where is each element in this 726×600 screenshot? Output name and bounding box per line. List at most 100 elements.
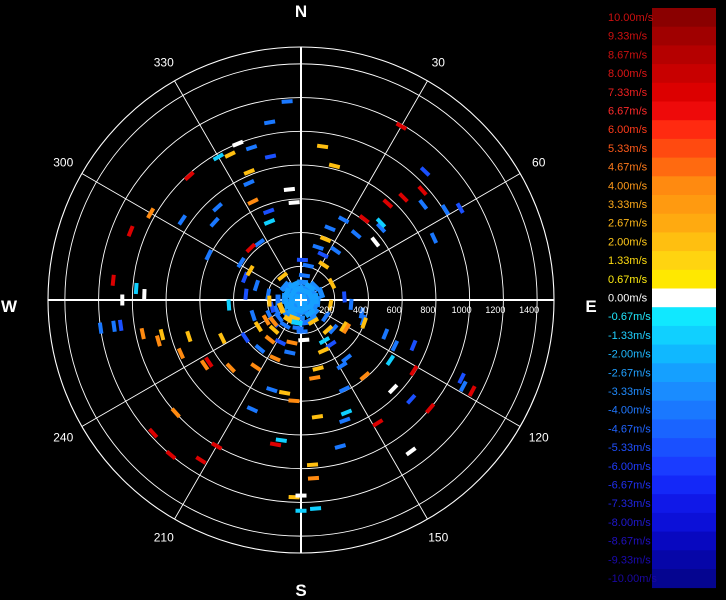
return-mark — [325, 339, 337, 350]
legend-label: -2.67m/s — [608, 367, 651, 379]
return-mark — [358, 214, 370, 225]
return-mark — [317, 250, 329, 259]
legend-swatch — [652, 213, 716, 233]
return-mark — [252, 279, 260, 292]
legend-swatch — [652, 419, 716, 439]
legend-label: 1.33m/s — [608, 255, 648, 267]
return-mark — [250, 362, 262, 372]
velocity-color-legend: 10.00m/s 9.33m/s 8.67m/s 8.00m/s 7.33m/s 6.67… — [608, 8, 716, 589]
return-mark — [286, 339, 298, 346]
return-mark — [275, 437, 288, 443]
range-tick-400: 400 — [353, 305, 368, 315]
return-mark — [195, 455, 207, 465]
cardinal-label-w: W — [1, 297, 18, 316]
return-mark — [405, 446, 417, 457]
return-mark — [185, 330, 193, 343]
legend-swatch — [652, 344, 716, 364]
return-mark — [170, 407, 181, 419]
bearing-label-120: 120 — [529, 430, 549, 444]
return-mark — [341, 353, 353, 364]
bearing-label-240: 240 — [53, 430, 73, 444]
legend-label: -9.33m/s — [608, 554, 651, 566]
return-mark — [117, 319, 124, 332]
radar-velocity-chart: N E S W 30 60 120 150 210 240 300 330 200 400 600 800 10… — [1, 2, 716, 600]
legend-label: 6.00m/s — [608, 124, 648, 136]
return-mark — [158, 328, 166, 341]
return-mark — [240, 331, 250, 344]
return-mark — [418, 198, 429, 211]
return-mark — [338, 416, 351, 425]
legend-swatch — [652, 456, 716, 476]
return-mark — [268, 315, 279, 328]
return-mark — [283, 186, 296, 192]
return-mark — [457, 372, 466, 385]
range-tick-1400: 1400 — [519, 305, 539, 315]
return-mark — [306, 462, 319, 468]
return-mark — [165, 449, 177, 461]
cardinal-label-n: N — [295, 2, 307, 21]
legend-swatch — [652, 82, 716, 102]
legend-swatch — [652, 120, 716, 140]
velocity-returns — [97, 99, 477, 513]
legend-label: -8.00m/s — [608, 517, 651, 529]
return-mark — [316, 286, 326, 299]
range-tick-1200: 1200 — [485, 305, 505, 315]
return-mark — [263, 218, 276, 226]
return-mark — [350, 229, 362, 240]
legend-label: -0.67m/s — [608, 311, 651, 323]
bearing-label-30: 30 — [432, 55, 446, 69]
range-tick-200: 200 — [319, 305, 334, 315]
return-mark — [330, 245, 342, 256]
return-mark — [312, 243, 324, 251]
legend-swatch — [652, 251, 716, 271]
return-mark — [284, 349, 296, 356]
legend-swatch — [652, 64, 716, 84]
return-mark — [419, 166, 431, 177]
return-mark — [263, 119, 276, 126]
return-mark — [319, 235, 332, 244]
return-mark — [177, 214, 187, 226]
return-mark — [328, 162, 341, 170]
return-mark — [111, 320, 117, 333]
legend-label: 3.33m/s — [608, 199, 648, 211]
return-mark — [307, 475, 320, 481]
return-mark — [269, 354, 281, 363]
return-mark — [359, 371, 371, 382]
legend-swatch — [652, 512, 716, 532]
return-mark — [243, 167, 256, 176]
return-mark — [245, 144, 258, 152]
return-mark — [327, 277, 337, 290]
legend-swatch — [652, 363, 716, 383]
return-mark — [281, 99, 293, 104]
legend-swatch — [652, 288, 716, 308]
legend-label: 6.67m/s — [608, 106, 648, 118]
legend-label: 8.00m/s — [608, 68, 648, 80]
legend-swatch — [652, 195, 716, 215]
legend-label: -4.67m/s — [608, 423, 651, 435]
return-mark — [336, 361, 348, 371]
return-mark — [309, 506, 322, 511]
legend-swatch — [652, 550, 716, 570]
return-mark — [338, 385, 351, 394]
return-mark — [218, 332, 227, 345]
return-mark — [311, 414, 324, 420]
return-mark — [337, 215, 350, 225]
legend-label: -5.33m/s — [608, 442, 651, 454]
return-mark — [146, 207, 156, 219]
return-mark — [429, 232, 439, 244]
return-mark — [342, 291, 347, 303]
return-mark — [243, 178, 255, 188]
return-mark — [387, 383, 399, 395]
return-mark — [247, 197, 259, 206]
return-mark — [232, 139, 244, 148]
bearing-label-300: 300 — [53, 156, 73, 170]
return-mark — [425, 402, 436, 414]
cardinal-label-e: E — [585, 297, 596, 316]
bearing-label-60: 60 — [532, 156, 546, 170]
return-mark — [406, 393, 417, 405]
return-mark — [126, 225, 135, 238]
return-mark — [409, 339, 418, 352]
return-mark — [245, 264, 255, 277]
legend-label: -8.67m/s — [608, 536, 651, 548]
return-mark — [243, 288, 249, 300]
